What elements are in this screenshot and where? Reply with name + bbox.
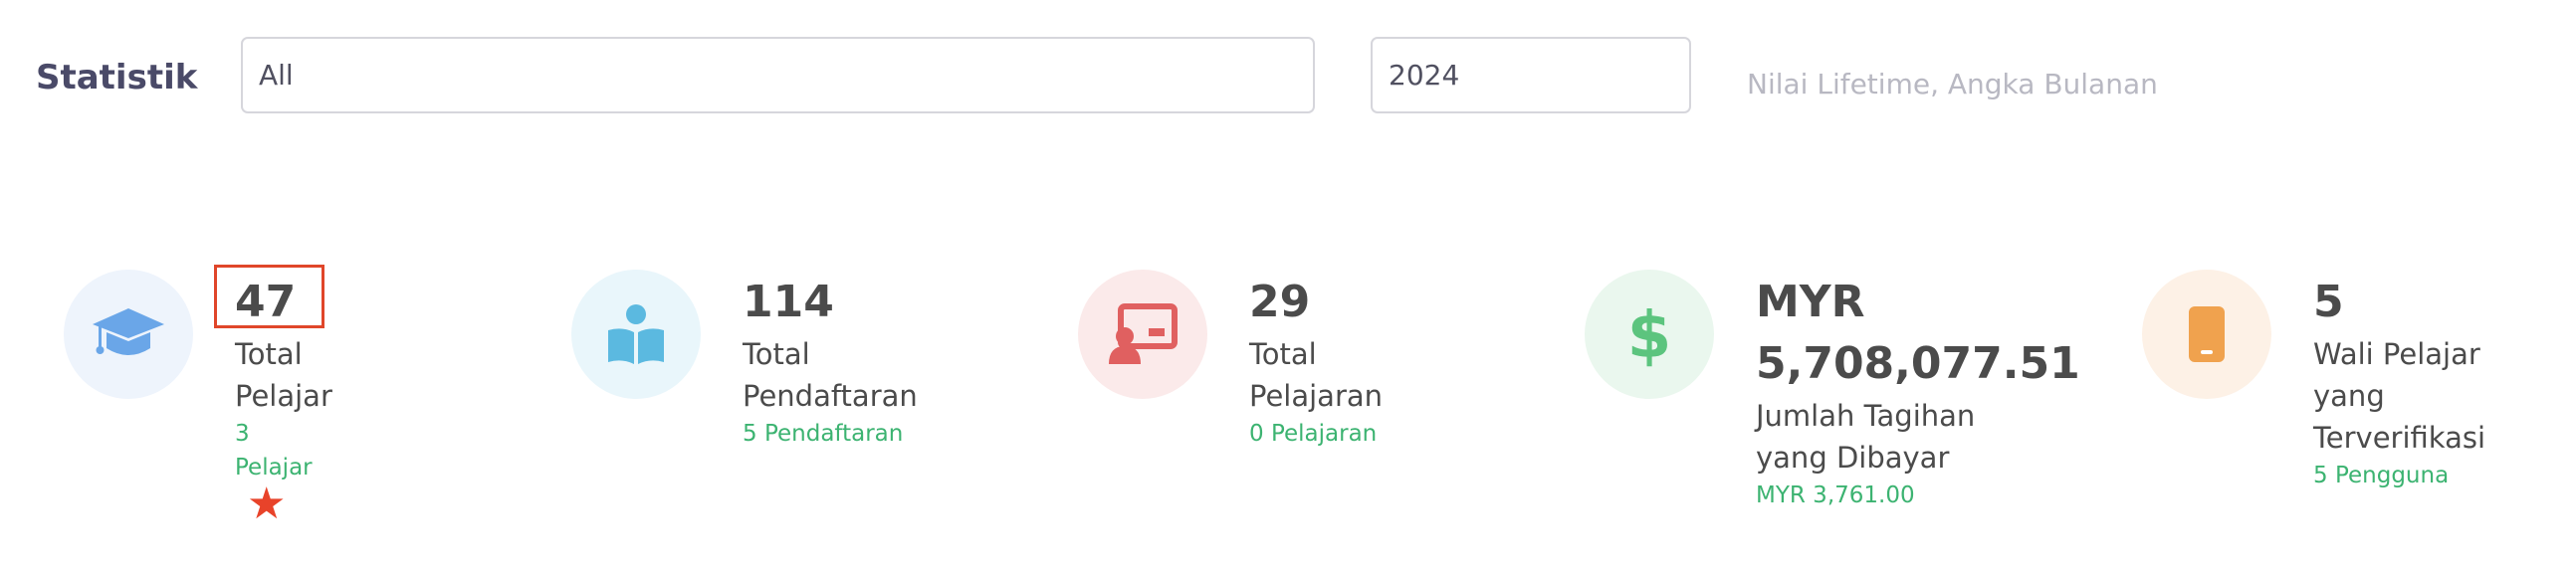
stat-label: Wali Pelajar yang Terverifikasi (2313, 337, 2486, 455)
stat-label: Jumlah Tagihan yang Dibayar (1756, 399, 1976, 475)
year-select[interactable]: 2024 (1371, 37, 1691, 113)
stat-value: 29 (1249, 277, 1311, 327)
stat-sub: 5 Pendaftaran (743, 421, 904, 447)
hint-text: Nilai Lifetime, Angka Bulanan (1747, 68, 2158, 100)
stat-value: 5 (2313, 277, 2344, 327)
stat-text: MYR 5,708,077.51 Jumlah Tagihan yang Dib… (1756, 264, 2080, 512)
svg-text:$: $ (1627, 299, 1671, 369)
stat-label: Total Pelajaran (1249, 337, 1384, 413)
highlight-box (214, 265, 324, 328)
stat-value: MYR 5,708,077.51 (1756, 277, 2080, 389)
stat-sub: MYR 3,761.00 (1756, 482, 1915, 508)
stat-sub: 3 Pelajar★ (235, 417, 332, 529)
stat-label: Total Pelajar (235, 337, 332, 413)
page-title: Statistik (36, 58, 198, 97)
dollar-icon: $ (1585, 270, 1714, 399)
stat-sub: 0 Pelajaran (1249, 421, 1378, 447)
stat-text: 114 Total Pendaftaran 5 Pendaftaran (743, 264, 942, 451)
statistics-page: Statistik All 2024 Nilai Lifetime, Angka… (0, 0, 2576, 577)
stat-text: 29 Total Pelajaran 0 Pelajaran (1249, 264, 1383, 451)
star-icon: ★ (247, 478, 287, 529)
stat-sub: 5 Pengguna (2313, 463, 2450, 488)
filter-select[interactable]: All (241, 37, 1315, 113)
book-reader-icon (571, 270, 701, 399)
stat-label: Total Pendaftaran (743, 337, 918, 413)
stat-sub-text: 3 Pelajar (235, 421, 313, 481)
mobile-phone-icon (2142, 270, 2271, 399)
graduation-cap-icon (64, 270, 193, 399)
teacher-board-icon (1078, 270, 1207, 399)
stat-value: 114 (743, 277, 834, 327)
stat-text: 5 Wali Pelajar yang Terverifikasi 5 Peng… (2313, 264, 2512, 492)
